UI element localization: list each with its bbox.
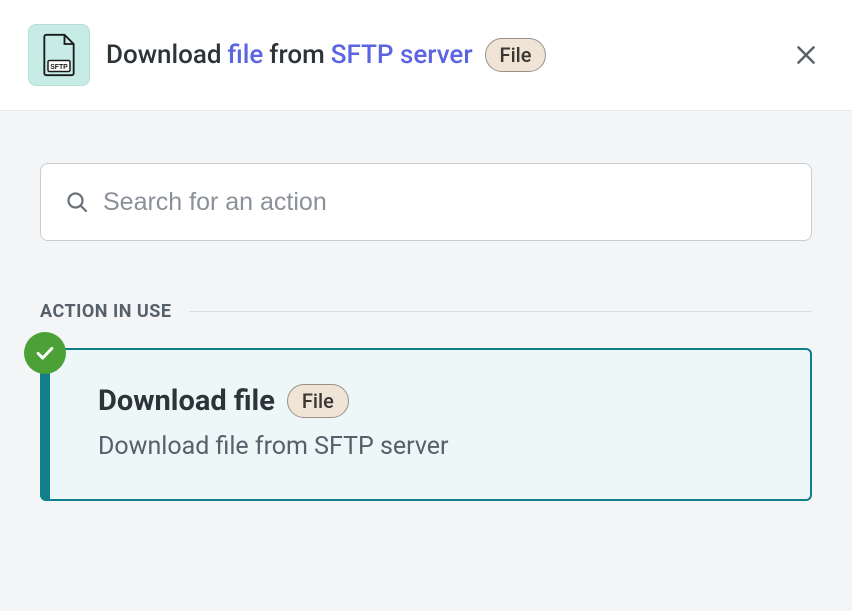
section-label: ACTION IN USE <box>40 301 171 322</box>
action-badge-file: File <box>287 384 349 418</box>
divider-line <box>189 311 812 312</box>
close-icon <box>793 42 819 68</box>
selected-check-badge <box>24 332 66 374</box>
title-link-sftp-server[interactable]: SFTP server <box>331 40 473 70</box>
action-title-row: Download file File <box>98 384 770 418</box>
title-text-from: from <box>269 40 324 70</box>
svg-text:SFTP: SFTP <box>50 64 68 71</box>
body-area: ACTION IN USE Download file File Downloa… <box>0 111 852 611</box>
search-input[interactable] <box>103 188 787 217</box>
title-text-download: Download <box>106 40 222 70</box>
header-badge-file: File <box>485 38 547 72</box>
section-divider: ACTION IN USE <box>40 301 812 322</box>
header-title: Download file from SFTP server File <box>106 38 772 72</box>
file-sftp-icon: SFTP <box>39 33 79 77</box>
search-icon <box>65 190 89 214</box>
action-card[interactable]: Download file File Download file from SF… <box>40 348 812 501</box>
search-box[interactable] <box>40 163 812 241</box>
action-description: Download file from SFTP server <box>98 432 770 461</box>
action-card-wrap: Download file File Download file from SF… <box>40 348 812 501</box>
check-icon <box>34 342 56 364</box>
action-title: Download file <box>98 384 275 418</box>
title-link-file[interactable]: file <box>228 40 264 70</box>
close-button[interactable] <box>788 37 824 73</box>
header: SFTP Download file from SFTP server File <box>0 0 852 111</box>
sftp-app-icon: SFTP <box>28 24 90 86</box>
